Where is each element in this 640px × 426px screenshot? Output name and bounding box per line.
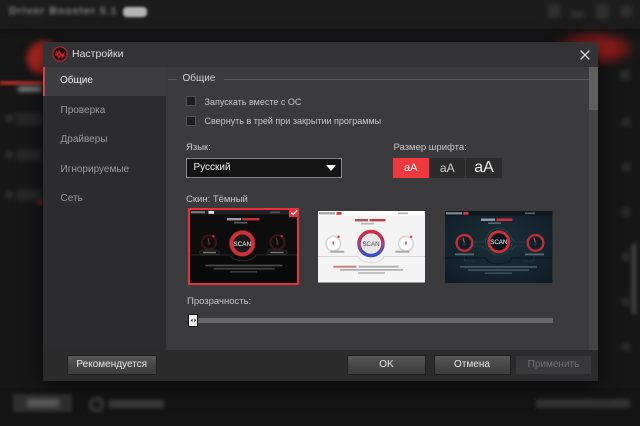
svg-text:SCAN: SCAN [233, 241, 251, 248]
svg-text:SCAN: SCAN [362, 241, 379, 248]
svg-text:SCAN: SCAN [490, 239, 507, 246]
